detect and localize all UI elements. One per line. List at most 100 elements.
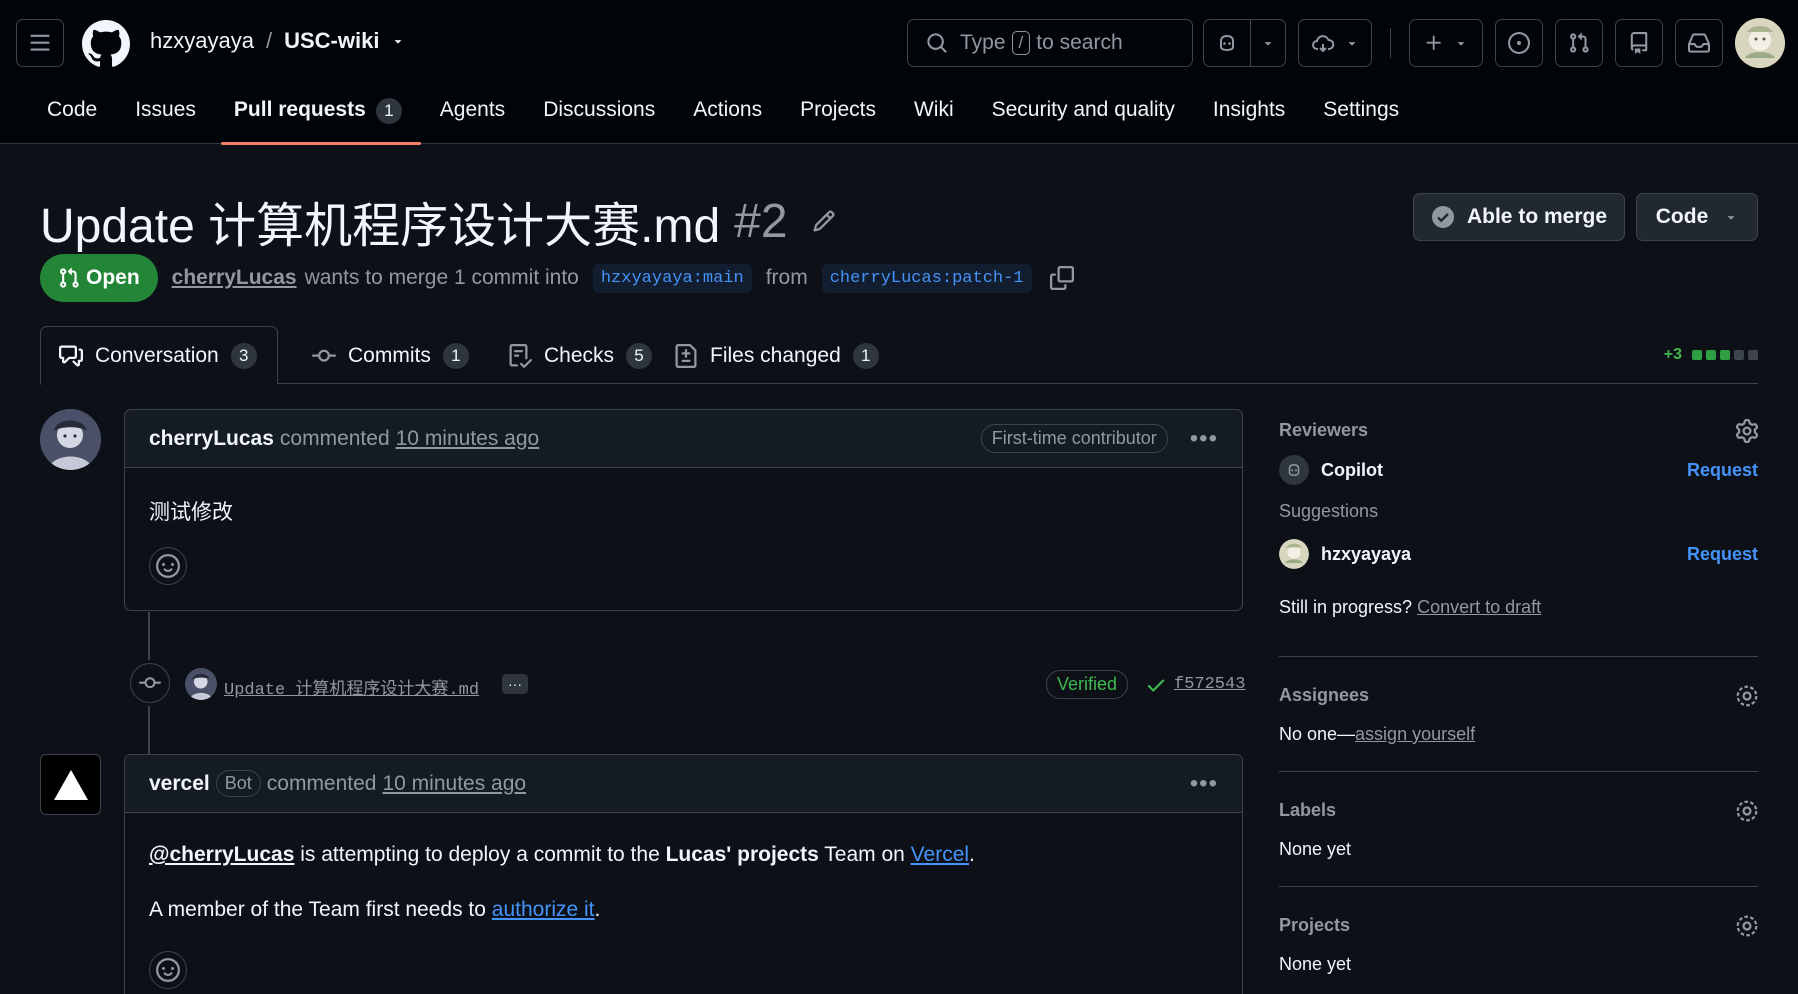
authorize-link[interactable]: authorize it [492,898,595,921]
nav-agents[interactable]: Agents [421,92,524,144]
copilot-icon [1220,34,1234,52]
mention-link[interactable]: @cherryLucas [149,843,294,866]
tab-checks[interactable]: Checks 5 [490,326,670,385]
assignees-gear-icon[interactable] [1735,684,1759,708]
tab-commits-count: 1 [442,342,469,369]
tab-files-changed[interactable]: Files changed 1 [656,326,897,385]
vercel-link[interactable]: Vercel [911,843,969,866]
search-input[interactable]: Type / to search [907,19,1193,67]
projects-gear-icon[interactable] [1735,914,1759,938]
commit-expand-button[interactable]: ··· [502,674,528,694]
assignees-none-text: No one— [1279,724,1356,744]
head-branch[interactable]: cherryLucas:patch-1 [821,263,1032,293]
merge-status-label: Able to merge [1466,205,1608,228]
copilot-button[interactable] [1203,19,1251,67]
pr-author-link[interactable]: cherryLucas [172,266,297,290]
nav-projects-label: Projects [800,98,876,121]
able-to-merge-button[interactable]: Able to merge [1413,193,1625,241]
assign-yourself-link[interactable]: assign yourself [1355,724,1475,744]
from-text: from [765,266,808,289]
nav-insights[interactable]: Insights [1194,92,1304,144]
nav-projects[interactable]: Projects [781,92,895,144]
codespaces-button[interactable] [1298,19,1372,67]
comment-timestamp[interactable]: 10 minutes ago [382,772,526,796]
global-header: hzxyayaya / USC-wiki Type / to search Co… [0,0,1798,145]
labels-gear-icon[interactable] [1735,799,1759,823]
commenter-avatar[interactable] [40,409,101,470]
add-reaction-button[interactable] [149,547,187,585]
suggested-reviewer-avatar [1279,539,1309,569]
pr-description-comment: cherryLucas commented 10 minutes ago Fir… [124,409,1243,611]
tab-commits[interactable]: Commits 1 [294,326,487,385]
assignees-value: No one—assign yourself [1279,724,1475,745]
code-button[interactable]: Code [1636,193,1758,241]
nav-code[interactable]: Code [28,92,116,144]
base-branch[interactable]: hzxyayaya:main [592,263,752,293]
nav-pull-requests[interactable]: Pull requests 1 [215,92,421,145]
create-new-button[interactable] [1409,19,1483,67]
draft-prompt: Still in progress? Convert to draft [1279,597,1541,618]
add-reaction-button[interactable] [149,951,187,989]
nav-settings-label: Settings [1323,98,1400,121]
nav-code-label: Code [47,98,98,121]
repo-link[interactable]: USC-wiki [284,28,379,54]
labels-value: None yet [1279,839,1352,859]
vercel-logo-icon [53,769,88,800]
inbox-button[interactable] [1675,19,1723,67]
reviewers-gear-icon[interactable] [1735,419,1759,443]
diffstat[interactable]: +3 [1664,346,1758,364]
breadcrumb-separator: / [265,28,273,53]
copilot-avatar [1279,455,1309,485]
owner-link[interactable]: hzxyayaya [150,28,254,54]
user-avatar[interactable] [1735,18,1785,68]
comment-action: commented [266,771,377,795]
pull-requests-button[interactable] [1555,19,1603,67]
nav-settings[interactable]: Settings [1304,92,1418,144]
copy-icon[interactable] [1049,266,1074,290]
caret-down-icon[interactable] [391,34,405,48]
pencil-icon[interactable] [812,209,836,233]
issues-button[interactable] [1495,19,1543,67]
suggestions-label: Suggestions [1279,501,1379,521]
nav-discussions[interactable]: Discussions [524,92,674,144]
commit-sha-link[interactable]: f572543 [1174,675,1245,694]
request-review-suggested[interactable]: Request [1687,544,1758,565]
reviewer-name[interactable]: Copilot [1321,460,1383,481]
git-commit-icon [312,349,336,362]
commit-author-avatar[interactable] [185,668,217,700]
repositories-button[interactable] [1615,19,1663,67]
nav-issues[interactable]: Issues [116,92,215,144]
projects-label[interactable]: Projects [1279,915,1350,936]
pr-state-badge: Open [40,254,158,302]
assignees-label[interactable]: Assignees [1279,685,1369,706]
labels-label[interactable]: Labels [1279,800,1336,821]
nav-security[interactable]: Security and quality [973,92,1194,144]
bot-badge: Bot [215,770,261,797]
search-placeholder-prefix: Type [960,31,1006,54]
kebab-menu-icon[interactable]: ••• [1190,425,1218,453]
kebab-menu-icon[interactable]: ••• [1190,770,1218,798]
convert-to-draft-link[interactable]: Convert to draft [1417,597,1541,617]
reviewers-label[interactable]: Reviewers [1279,420,1368,441]
comment-author[interactable]: cherryLucas [149,427,274,451]
github-logo-icon[interactable] [81,20,130,68]
nav-wiki[interactable]: Wiki [895,92,973,144]
commit-message-link[interactable]: Update 计算机程序设计大赛.md [224,674,479,700]
nav-wiki-label: Wiki [913,98,954,121]
copilot-menu-button[interactable] [1250,19,1286,67]
comment-timestamp[interactable]: 10 minutes ago [396,427,540,451]
comment-author[interactable]: vercel [149,772,210,796]
menu-button[interactable] [16,19,64,67]
nav-actions[interactable]: Actions [674,92,781,144]
request-review-copilot[interactable]: Request [1687,460,1758,481]
tab-conversation[interactable]: Conversation 3 [40,326,278,385]
issue-opened-icon [1508,32,1530,54]
plus-icon [1426,35,1441,50]
suggested-reviewer-name[interactable]: hzxyayaya [1321,544,1411,565]
verified-badge[interactable]: Verified [1046,670,1129,699]
sidebar-divider [1279,771,1758,772]
vercel-avatar[interactable] [40,754,101,815]
comment-header: cherryLucas commented 10 minutes ago Fir… [125,410,1242,468]
checklist-icon [509,343,532,368]
caret-down-icon [1264,42,1272,46]
